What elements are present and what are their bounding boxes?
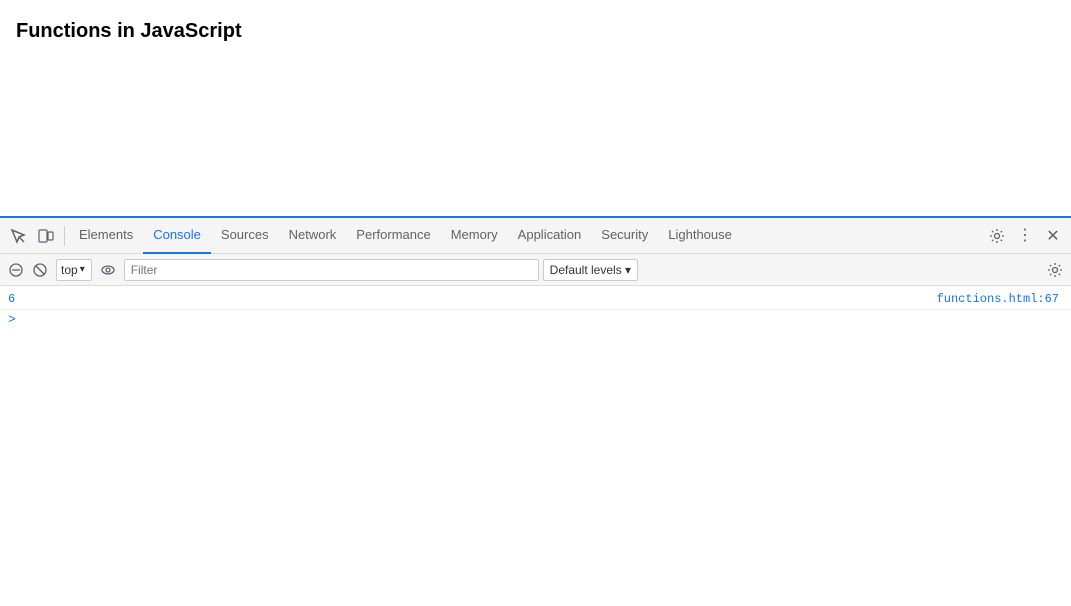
tab-security[interactable]: Security	[591, 218, 658, 254]
toolbar-right-icons: ⋮ ✕	[983, 222, 1067, 250]
tab-sources[interactable]: Sources	[211, 218, 279, 254]
console-log-row: 6 functions.html:67	[0, 290, 1071, 310]
tabs-divider	[64, 226, 65, 246]
block-icon[interactable]	[28, 258, 52, 282]
context-selector[interactable]: top ▾	[56, 259, 92, 281]
devtools-close-icon[interactable]: ✕	[1039, 222, 1067, 250]
tab-console[interactable]: Console	[143, 218, 211, 254]
console-prompt-row: >	[0, 310, 1071, 329]
tab-elements[interactable]: Elements	[69, 218, 143, 254]
devtools-panel: Elements Console Sources Network Perform…	[0, 216, 1071, 606]
tab-application[interactable]: Application	[508, 218, 592, 254]
devtools-more-icon[interactable]: ⋮	[1011, 222, 1039, 250]
eye-icon[interactable]	[96, 258, 120, 282]
tab-memory[interactable]: Memory	[441, 218, 508, 254]
log-levels-select[interactable]: Default levels ▾	[543, 259, 638, 281]
tab-performance[interactable]: Performance	[346, 218, 440, 254]
devtools-tabs-bar: Elements Console Sources Network Perform…	[0, 218, 1071, 254]
console-settings-icon[interactable]	[1043, 258, 1067, 282]
console-toolbar: top ▾ Default levels ▾	[0, 254, 1071, 286]
console-output: 6 functions.html:67 >	[0, 286, 1071, 606]
tab-network[interactable]: Network	[279, 218, 347, 254]
tab-lighthouse[interactable]: Lighthouse	[658, 218, 742, 254]
device-toolbar-icon[interactable]	[32, 222, 60, 250]
inspect-element-icon[interactable]	[4, 222, 32, 250]
devtools-settings-icon[interactable]	[983, 222, 1011, 250]
page-title: Functions in JavaScript	[16, 20, 1055, 43]
filter-input[interactable]	[124, 259, 539, 281]
console-prompt-symbol: >	[8, 312, 16, 327]
log-count: 6	[8, 292, 38, 306]
log-source[interactable]: functions.html:67	[937, 292, 1059, 306]
clear-console-icon[interactable]	[4, 258, 28, 282]
